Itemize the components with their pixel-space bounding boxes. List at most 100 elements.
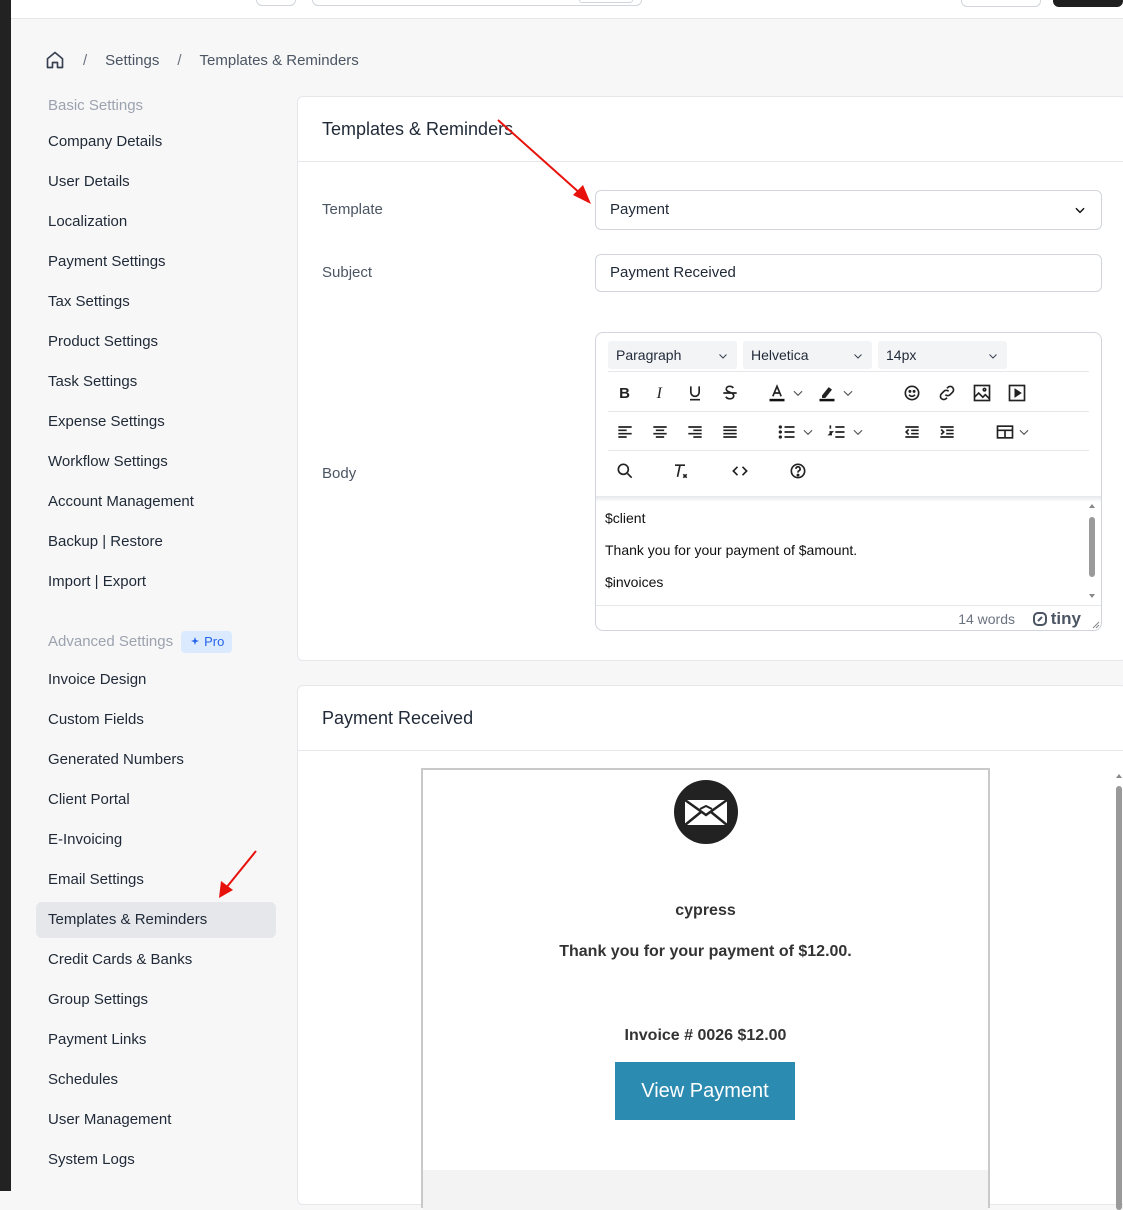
body-label: Body — [322, 465, 357, 482]
highlight-color-icon[interactable] — [816, 382, 838, 404]
emoji-icon[interactable] — [901, 382, 923, 404]
source-code-icon[interactable] — [729, 460, 751, 482]
clear-formatting-icon[interactable] — [669, 460, 691, 482]
sidebar-item-payment-links[interactable]: Payment Links — [36, 1022, 276, 1058]
word-count[interactable]: 14 words — [958, 611, 1015, 627]
sidebar-item-credit-cards-banks[interactable]: Credit Cards & Banks — [36, 942, 276, 978]
email-preview: cypress Thank you for your payment of $1… — [421, 768, 990, 1210]
chevron-down-icon[interactable] — [851, 421, 865, 443]
underline-icon[interactable] — [684, 382, 706, 404]
chevron-down-icon[interactable] — [841, 382, 855, 404]
chevron-down-icon[interactable] — [1017, 421, 1031, 443]
editor-scrollbar[interactable] — [1087, 501, 1097, 601]
bullet-list-icon[interactable] — [776, 421, 798, 443]
sidebar-item-backup-restore[interactable]: Backup | Restore — [36, 524, 276, 560]
top-bar-primary-button[interactable] — [1053, 0, 1123, 7]
sidebar-item-group-settings[interactable]: Group Settings — [36, 982, 276, 1018]
align-center-icon[interactable] — [649, 421, 671, 443]
sidebar-item-account-management[interactable]: Account Management — [36, 484, 276, 520]
editor-content[interactable]: $client Thank you for your payment of $a… — [605, 509, 857, 605]
subject-label: Subject — [322, 264, 373, 281]
sidebar-item-schedules[interactable]: Schedules — [36, 1062, 276, 1098]
table-icon[interactable] — [994, 421, 1016, 443]
align-right-icon[interactable] — [684, 421, 706, 443]
pro-badge: Pro — [181, 631, 233, 653]
view-payment-button[interactable]: View Payment — [615, 1062, 795, 1120]
font-family-value: Helvetica — [751, 347, 809, 363]
subject-input[interactable]: Payment Received — [595, 254, 1102, 292]
sidebar-item-client-portal[interactable]: Client Portal — [36, 782, 276, 818]
text-color-icon[interactable] — [766, 382, 788, 404]
sidebar-item-invoice-design[interactable]: Invoice Design — [36, 662, 276, 698]
sidebar-item-company-details[interactable]: Company Details — [36, 124, 276, 160]
editor-statusbar: 14 words tiny — [596, 605, 1101, 630]
sidebar-item-payment-settings[interactable]: Payment Settings — [36, 244, 276, 280]
envelope-logo-icon — [674, 780, 738, 844]
link-icon[interactable] — [936, 382, 958, 404]
breadcrumb-current: Templates & Reminders — [199, 51, 359, 69]
font-family-dropdown[interactable]: Helvetica — [743, 341, 872, 369]
numbered-list-icon[interactable] — [826, 421, 848, 443]
sidebar-item-localization[interactable]: Localization — [36, 204, 276, 240]
top-bar-button[interactable] — [256, 0, 296, 6]
sidebar-item-e-invoicing[interactable]: E-Invoicing — [36, 822, 276, 858]
rich-text-editor: Paragraph Helvetica 14px B I $client Tha… — [595, 332, 1102, 631]
sparkle-icon — [191, 637, 200, 645]
search-shortcut-hint — [579, 0, 633, 3]
top-bar-secondary-button[interactable] — [961, 0, 1041, 7]
image-icon[interactable] — [971, 382, 993, 404]
template-select-value: Payment — [610, 201, 670, 218]
chevron-down-icon[interactable] — [801, 421, 815, 443]
basic-settings-heading: Basic Settings — [48, 97, 144, 114]
breadcrumb-separator: / — [83, 51, 88, 69]
font-size-value: 14px — [886, 347, 917, 363]
breadcrumb-separator: / — [177, 51, 182, 69]
sidebar-item-generated-numbers[interactable]: Generated Numbers — [36, 742, 276, 778]
sidebar-item-task-settings[interactable]: Task Settings — [36, 364, 276, 400]
sidebar-item-templates-reminders[interactable]: Templates & Reminders — [36, 902, 276, 938]
sidebar-item-user-details[interactable]: User Details — [36, 164, 276, 200]
sidebar-item-email-settings[interactable]: Email Settings — [36, 862, 276, 898]
template-settings-card: Templates & Reminders Template Payment S… — [297, 96, 1123, 661]
pro-badge-label: Pro — [204, 634, 225, 649]
sidebar-item-user-management[interactable]: User Management — [36, 1102, 276, 1138]
home-icon[interactable] — [45, 50, 65, 70]
preview-title: Payment Received — [298, 686, 1123, 751]
italic-icon[interactable]: I — [649, 382, 671, 404]
bold-icon[interactable]: B — [614, 382, 636, 404]
font-size-dropdown[interactable]: 14px — [878, 341, 1007, 369]
block-format-value: Paragraph — [616, 347, 682, 363]
sidebar-item-tax-settings[interactable]: Tax Settings — [36, 284, 276, 320]
align-justify-icon[interactable] — [719, 421, 741, 443]
sidebar-item-import-export[interactable]: Import | Export — [36, 564, 276, 600]
settings-sidebar: Basic Settings Company Details User Deta… — [36, 90, 276, 1182]
block-format-dropdown[interactable]: Paragraph — [608, 341, 737, 369]
outdent-icon[interactable] — [901, 421, 923, 443]
help-icon[interactable] — [787, 460, 809, 482]
sidebar-item-custom-fields[interactable]: Custom Fields — [36, 702, 276, 738]
tiny-brand-text: tiny — [1050, 609, 1081, 628]
align-left-icon[interactable] — [614, 421, 636, 443]
resize-handle-icon[interactable] — [1090, 619, 1100, 629]
media-icon[interactable] — [1006, 382, 1028, 404]
sidebar-item-workflow-settings[interactable]: Workflow Settings — [36, 444, 276, 480]
chevron-down-icon — [989, 354, 997, 359]
editor-toolbar-row — [608, 412, 1089, 451]
indent-icon[interactable] — [936, 421, 958, 443]
strikethrough-icon[interactable] — [719, 382, 741, 404]
breadcrumb-settings[interactable]: Settings — [105, 52, 159, 69]
chevron-down-icon[interactable] — [791, 382, 805, 404]
tiny-logo[interactable]: tiny — [1032, 609, 1081, 629]
sidebar-item-system-logs[interactable]: System Logs — [36, 1142, 276, 1178]
editor-toolbar-row: B I — [608, 373, 1089, 412]
preview-footer — [423, 1170, 988, 1210]
preview-scrollbar[interactable] — [1114, 770, 1123, 1210]
sidebar-item-expense-settings[interactable]: Expense Settings — [36, 404, 276, 440]
editor-toolbar-row: Paragraph Helvetica 14px — [608, 333, 1089, 372]
advanced-settings-heading: Advanced Settings Pro — [36, 626, 276, 658]
search-input[interactable] — [312, 0, 642, 6]
template-select[interactable]: Payment — [595, 190, 1102, 230]
sidebar-item-product-settings[interactable]: Product Settings — [36, 324, 276, 360]
chevron-down-icon — [854, 354, 862, 359]
search-replace-icon[interactable] — [614, 460, 636, 482]
